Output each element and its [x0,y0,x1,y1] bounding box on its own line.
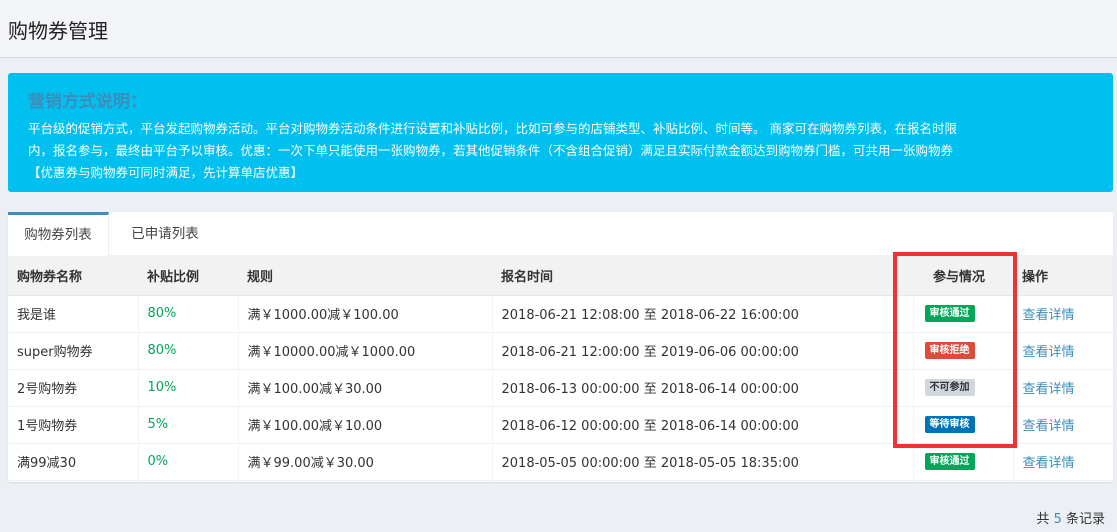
column-header-ratio: 补贴比例 [138,256,238,296]
record-count: 共 5 条记录 [1036,508,1105,527]
tab-coupon-list[interactable]: 购物券列表 [8,212,109,256]
coupon-panel: 购物券列表 已申请列表 购物券名称 补贴比例 规则 报名时间 参与情况 操作 我… [8,212,1113,482]
coupon-name: 满99减30 [8,443,139,480]
tab-applied-list[interactable]: 已申请列表 [109,212,221,256]
status-cell: 审核拒绝 [913,332,1014,369]
status-cell: 不可参加 [913,369,1014,406]
subsidy-ratio: 0% [138,443,239,480]
view-details-link[interactable]: 查看详情 [1023,419,1075,434]
status-cell: 等待审核 [913,406,1014,443]
column-header-action: 操作 [1013,256,1113,296]
status-cell: 审核通过 [913,443,1014,480]
signup-time: 2018-06-21 12:08:00 至 2018-06-22 16:00:0… [492,295,914,332]
status-badge: 审核通过 [924,305,975,322]
coupon-rule: 满￥100.00减￥30.00 [238,369,493,406]
coupon-name: super购物券 [8,332,139,369]
coupon-table: 购物券名称 补贴比例 规则 报名时间 参与情况 操作 我是谁 80% 满￥100… [8,256,1113,481]
record-count-suffix: 条记录 [1065,512,1105,527]
action-cell: 查看详情 [1013,332,1113,369]
coupon-rule: 满￥99.00减￥30.00 [238,443,493,480]
column-header-rule: 规则 [238,256,492,296]
coupon-name: 1号购物券 [8,406,139,443]
view-details-link[interactable]: 查看详情 [1023,345,1075,360]
action-cell: 查看详情 [1013,406,1113,443]
view-details-link[interactable]: 查看详情 [1023,456,1075,471]
signup-time: 2018-06-12 00:00:00 至 2018-06-14 00:00:0… [492,406,914,443]
status-badge: 审核拒绝 [924,342,975,359]
status-cell: 审核通过 [913,295,1014,332]
coupon-rule: 满￥1000.00减￥100.00 [238,295,493,332]
marketing-info-box: 营销方式说明： 平台级的促销方式，平台发起购物券活动。平台对购物券活动条件进行设… [8,73,1113,192]
page-header: 购物券管理 [0,0,1117,58]
coupon-name: 2号购物券 [8,369,139,406]
page-title: 购物券管理 [8,19,108,43]
status-badge: 不可参加 [924,379,975,396]
status-badge: 审核通过 [924,453,975,470]
action-cell: 查看详情 [1013,443,1113,480]
action-cell: 查看详情 [1013,295,1113,332]
table-row: 我是谁 80% 满￥1000.00减￥100.00 2018-06-21 12:… [8,295,1113,332]
status-badge: 等待审核 [924,416,975,433]
signup-time: 2018-05-05 00:00:00 至 2018-05-05 18:35:0… [492,443,914,480]
info-heading: 营销方式说明： [28,92,147,112]
table-row: 满99减30 0% 满￥99.00减￥30.00 2018-05-05 00:0… [8,443,1113,480]
column-header-status: 参与情况 [913,256,1013,296]
column-header-time: 报名时间 [492,256,913,296]
tab-bar: 购物券列表 已申请列表 [8,212,1113,256]
info-text: 平台级的促销方式，平台发起购物券活动。平台对购物券活动条件进行设置和补贴比例，比… [28,118,1093,184]
action-cell: 查看详情 [1013,369,1113,406]
info-line: 平台级的促销方式，平台发起购物券活动。平台对购物券活动条件进行设置和补贴比例，比… [28,121,957,136]
table-row: 1号购物券 5% 满￥100.00减￥10.00 2018-06-12 00:0… [8,406,1113,443]
column-header-name: 购物券名称 [8,256,138,296]
coupon-rule: 满￥10000.00减￥1000.00 [238,332,493,369]
view-details-link[interactable]: 查看详情 [1023,308,1075,323]
table-row: 2号购物券 10% 满￥100.00减￥30.00 2018-06-13 00:… [8,369,1113,406]
subsidy-ratio: 10% [138,369,239,406]
signup-time: 2018-06-21 12:00:00 至 2019-06-06 00:00:0… [492,332,914,369]
record-count-prefix: 共 [1036,512,1050,527]
signup-time: 2018-06-13 00:00:00 至 2018-06-14 00:00:0… [492,369,914,406]
info-line: 内，报名参与，最终由平台予以审核。优惠：一次下单只能使用一张购物券，若其他促销条… [28,143,954,158]
table-header-row: 购物券名称 补贴比例 规则 报名时间 参与情况 操作 [8,256,1113,296]
view-details-link[interactable]: 查看详情 [1023,382,1075,397]
subsidy-ratio: 80% [138,332,239,369]
subsidy-ratio: 5% [138,406,239,443]
coupon-rule: 满￥100.00减￥10.00 [238,406,493,443]
info-line: 【优惠券与购物券可同时满足，先计算单店优惠】 [28,165,304,180]
subsidy-ratio: 80% [138,295,239,332]
coupon-name: 我是谁 [8,295,139,332]
table-row: super购物券 80% 满￥10000.00减￥1000.00 2018-06… [8,332,1113,369]
record-count-number: 5 [1053,512,1062,527]
